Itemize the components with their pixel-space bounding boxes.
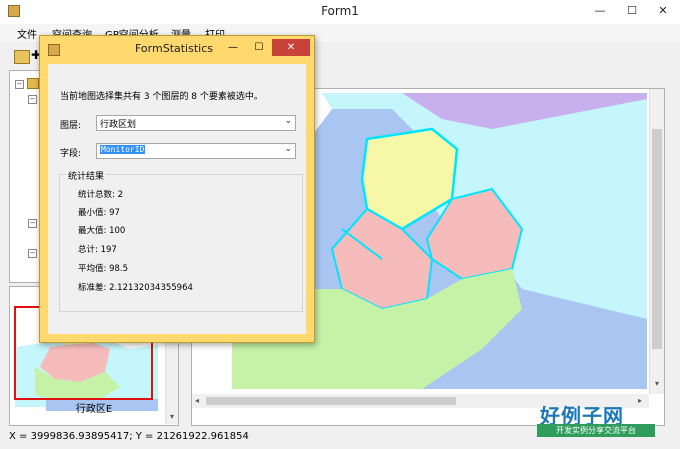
results-title: 统计结果 — [66, 169, 107, 182]
dialog-title: FormStatistics — [135, 42, 213, 55]
coordinate-readout: X = 3999836.93895417; Y = 21261922.96185… — [9, 431, 249, 442]
stat-stddev: 标准差: 2.12132034355964 — [78, 283, 193, 293]
field-select-value: MonitorID — [100, 145, 146, 154]
results-groupbox: 统计结果 统计总数: 2 最小值: 97 最大值: 100 总计: 197 平均… — [59, 169, 303, 312]
selection-summary: 当前地图选择集共有 3 个图层的 8 个要素被选中。 — [60, 92, 263, 102]
stat-mean: 平均值: 98.5 — [78, 264, 128, 274]
main-titlebar: Form1 — ☐ ✕ — [0, 0, 680, 25]
stat-count: 统计总数: 2 — [78, 190, 123, 200]
dialog-minimize-button[interactable]: — — [224, 40, 242, 56]
open-folder-icon[interactable] — [14, 50, 30, 64]
maximize-button[interactable]: ☐ — [619, 2, 645, 20]
scroll-down-icon[interactable]: ▾ — [166, 412, 178, 421]
stat-max: 最大值: 100 — [78, 226, 126, 236]
scroll-thumb[interactable] — [652, 129, 662, 349]
dialog-body: 当前地图选择集共有 3 个图层的 8 个要素被选中。 图层: 行政区划 ⌄ 字段… — [48, 64, 306, 334]
window-title: Form1 — [321, 4, 359, 18]
chevron-down-icon: ⌄ — [284, 144, 292, 154]
map-vertical-scrollbar[interactable]: ▾ — [649, 89, 664, 394]
collapse-icon[interactable]: − — [28, 249, 37, 258]
dialog-maximize-button[interactable]: ☐ — [250, 40, 268, 56]
close-button[interactable]: ✕ — [650, 2, 676, 20]
chevron-down-icon: ⌄ — [284, 116, 292, 126]
minimize-button[interactable]: — — [587, 2, 613, 20]
watermark-logo: 好例子网 — [540, 404, 624, 428]
overview-label: 行政区E — [75, 404, 113, 415]
watermark-tagline: 开发实例分享交流平台 — [537, 424, 655, 437]
collapse-icon[interactable]: − — [28, 95, 37, 104]
collapse-icon[interactable]: − — [28, 219, 37, 228]
dialog-app-icon — [48, 44, 60, 56]
collapse-icon[interactable]: − — [15, 80, 24, 89]
statistics-dialog: FormStatistics — ☐ ✕ 当前地图选择集共有 3 个图层的 8 … — [39, 35, 315, 343]
layer-select-value: 行政区划 — [100, 120, 137, 130]
field-label: 字段: — [60, 149, 82, 159]
layer-select[interactable]: 行政区划 ⌄ — [96, 115, 296, 131]
menu-file[interactable]: 文件 — [17, 26, 37, 41]
stat-min: 最小值: 97 — [78, 208, 120, 218]
stat-sum: 总计: 197 — [78, 245, 117, 255]
dialog-close-button[interactable]: ✕ — [272, 39, 310, 56]
scroll-left-icon[interactable]: ◂ — [195, 396, 199, 405]
field-select[interactable]: MonitorID ⌄ — [96, 143, 296, 159]
layers-icon — [27, 78, 39, 89]
scroll-down-icon[interactable]: ▾ — [650, 379, 664, 388]
layer-label: 图层: — [60, 121, 82, 131]
scroll-thumb[interactable] — [206, 397, 456, 405]
